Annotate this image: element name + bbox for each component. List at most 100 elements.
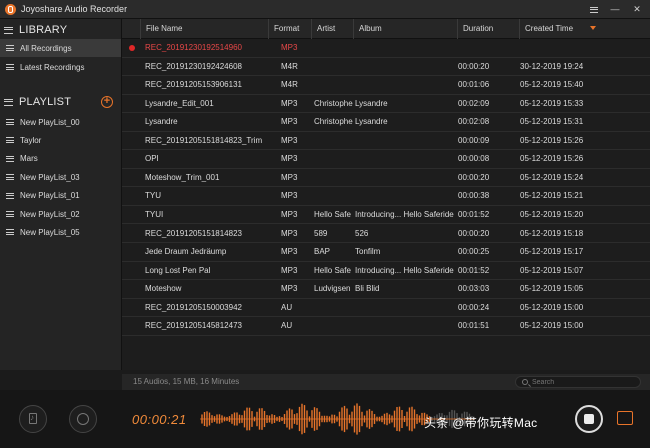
table-row[interactable]: Moteshow MP3 Ludvigsen Bli Blid 00:03:03 05-1…	[122, 280, 650, 299]
cell-album: Tonfilm	[355, 247, 381, 257]
cell-file-name: Jede Draum Jedräump	[145, 247, 227, 257]
cell-album	[355, 39, 455, 57]
hamburger-icon[interactable]	[584, 0, 604, 19]
table-row[interactable]: REC_20191205151814823_Trim MP3 00:00:09 05-…	[122, 132, 650, 151]
audio-file-button[interactable]	[19, 405, 47, 433]
cell-album: Bli Blid	[355, 284, 380, 294]
table-row[interactable]: REC_20191230192514960 MP3	[122, 39, 650, 58]
disc-icon	[77, 413, 89, 425]
sidebar-item-playlist[interactable]: New PlayList_05	[0, 223, 121, 241]
cell-format: AU	[281, 321, 293, 331]
table-row[interactable]: Long Lost Pen Pal MP3 Hello Safe Introducin…	[122, 262, 650, 281]
sidebar-item-playlist[interactable]: Mars	[0, 150, 121, 168]
sidebar-item-latest-recordings[interactable]: Latest Recordings	[0, 58, 121, 76]
cell-album: Introducing... Hello Saferide	[355, 209, 454, 219]
cell-duration: 00:01:51	[458, 321, 490, 331]
cell-created-time: 05-12-2019 15:26	[520, 135, 584, 145]
cell-duration: 00:00:20	[458, 172, 490, 182]
cell-duration: 00:00:08	[458, 154, 490, 164]
cell-artist: Hello Safe	[314, 265, 351, 275]
cell-file-name: OPI	[145, 154, 159, 164]
sidebar-item-playlist[interactable]: New PlayList_01	[0, 187, 121, 205]
table-row[interactable]: TYU MP3 00:00:38 05-12-2019 15:21	[122, 187, 650, 206]
cell-created-time: 05-12-2019 15:21	[520, 191, 584, 201]
table-row[interactable]: REC_20191205150003942 AU 00:00:24 05-12-201…	[122, 299, 650, 318]
table-row[interactable]: REC_20191205153906131 M4R 00:01:06 05-12-20…	[122, 76, 650, 95]
cell-artist	[314, 150, 353, 168]
search-input[interactable]	[515, 376, 641, 388]
cell-created-time: 05-12-2019 15:05	[520, 284, 584, 294]
sidebar-item-playlist[interactable]: New PlayList_02	[0, 205, 121, 223]
sidebar-item-label: New PlayList_01	[20, 191, 80, 201]
cell-created-time	[520, 39, 600, 57]
column-header-album[interactable]: Album	[353, 19, 457, 39]
table-row[interactable]: Jede Draum Jedräump MP3 BAP Tonfilm 00:00:25…	[122, 243, 650, 262]
window-title: Joyoshare Audio Recorder	[21, 4, 128, 14]
cell-album	[355, 150, 455, 168]
cell-file-name: Moteshow	[145, 284, 182, 294]
cell-format: MP3	[281, 154, 298, 164]
cell-artist	[314, 132, 353, 150]
cell-file-name: Lysandre_Edit_001	[145, 98, 214, 108]
sidebar-item-label: New PlayList_00	[20, 117, 80, 127]
cell-file-name: REC_20191230192514960	[145, 43, 242, 52]
minimize-icon[interactable]: —	[605, 0, 625, 19]
library-summary: 15 Audios, 15 MB, 16 Minutes	[133, 377, 240, 386]
cell-created-time: 05-12-2019 15:00	[520, 321, 584, 331]
cell-format: MP3	[281, 228, 298, 238]
sort-descending-icon[interactable]	[590, 26, 596, 30]
cell-album: Introducing... Hello Saferide	[355, 265, 454, 275]
cell-created-time: 05-12-2019 15:00	[520, 302, 584, 312]
table-row[interactable]: Moteshow_Trim_001 MP3 00:00:20 05-12-2019 1…	[122, 169, 650, 188]
cell-created-time: 05-12-2019 15:40	[520, 80, 584, 90]
table-row[interactable]: REC_20191205151814823 MP3 589 526 00:00:20 05…	[122, 225, 650, 243]
cell-album	[355, 132, 455, 150]
playlist-icon	[4, 98, 13, 106]
sidebar-item-all-recordings[interactable]: All Recordings	[0, 39, 121, 57]
stop-button[interactable]	[575, 405, 603, 433]
cell-format: M4R	[281, 80, 298, 90]
list-icon	[6, 45, 14, 51]
cell-artist	[314, 299, 353, 317]
cell-file-name: Long Lost Pen Pal	[145, 265, 211, 275]
cell-file-name: TYUI	[145, 209, 164, 219]
add-playlist-button[interactable]: +	[101, 96, 113, 108]
table-row[interactable]: OPI MP3 00:00:08 05-12-2019 15:26	[122, 150, 650, 169]
sidebar-item-label: Latest Recordings	[20, 62, 85, 72]
cell-artist: 589	[314, 228, 328, 238]
cell-file-name: REC_20191205151814823_Trim	[145, 135, 263, 145]
table-row[interactable]: REC_20191205145812473 AU 00:01:51 05-12-201…	[122, 317, 650, 336]
cell-artist	[314, 169, 353, 187]
cell-duration: 00:00:38	[458, 191, 490, 201]
table-row[interactable]: Lysandre_Edit_001 MP3 Christophe Lysandre 00…	[122, 95, 650, 114]
sidebar-item-playlist[interactable]: Taylor	[0, 131, 121, 149]
status-bar: 15 Audios, 15 MB, 16 Minutes	[122, 374, 650, 390]
cell-artist: Christophe	[314, 98, 353, 108]
close-icon[interactable]: ✕	[627, 0, 647, 19]
list-icon	[6, 211, 14, 217]
list-icon	[6, 137, 14, 144]
disc-button[interactable]	[69, 405, 97, 433]
expand-icon[interactable]	[617, 411, 633, 425]
library-title: LIBRARY	[19, 24, 68, 36]
table-row[interactable]: TYUI MP3 Hello Safe Introducing... Hello Sa…	[122, 206, 650, 225]
column-header-created-time[interactable]: Created Time	[519, 19, 601, 39]
column-header-format[interactable]: Format	[268, 19, 311, 39]
cell-format: MP3	[281, 43, 298, 52]
column-header-artist[interactable]: Artist	[311, 19, 353, 39]
sidebar-item-label: New PlayList_03	[20, 172, 80, 182]
sidebar-item-playlist[interactable]: New PlayList_03	[0, 168, 121, 186]
cell-album	[355, 187, 455, 205]
list-icon	[6, 119, 14, 125]
cell-album	[355, 76, 455, 94]
cell-album	[355, 58, 455, 76]
watermark-text: 头条 @带你玩转Mac	[424, 416, 538, 430]
table-row[interactable]: Lysandre MP3 Christophe Lysandre 00:02:08 05-…	[122, 113, 650, 132]
column-header-duration[interactable]: Duration	[457, 19, 519, 39]
sidebar-item-label: All Recordings	[20, 43, 72, 53]
list-icon	[6, 64, 14, 70]
cell-format: MP3	[281, 135, 298, 145]
sidebar-item-playlist[interactable]: New PlayList_00	[0, 113, 121, 131]
table-row[interactable]: REC_20191230192424608 M4R 00:00:20 30-12-20…	[122, 58, 650, 77]
column-header-file-name[interactable]: File Name	[140, 19, 265, 39]
